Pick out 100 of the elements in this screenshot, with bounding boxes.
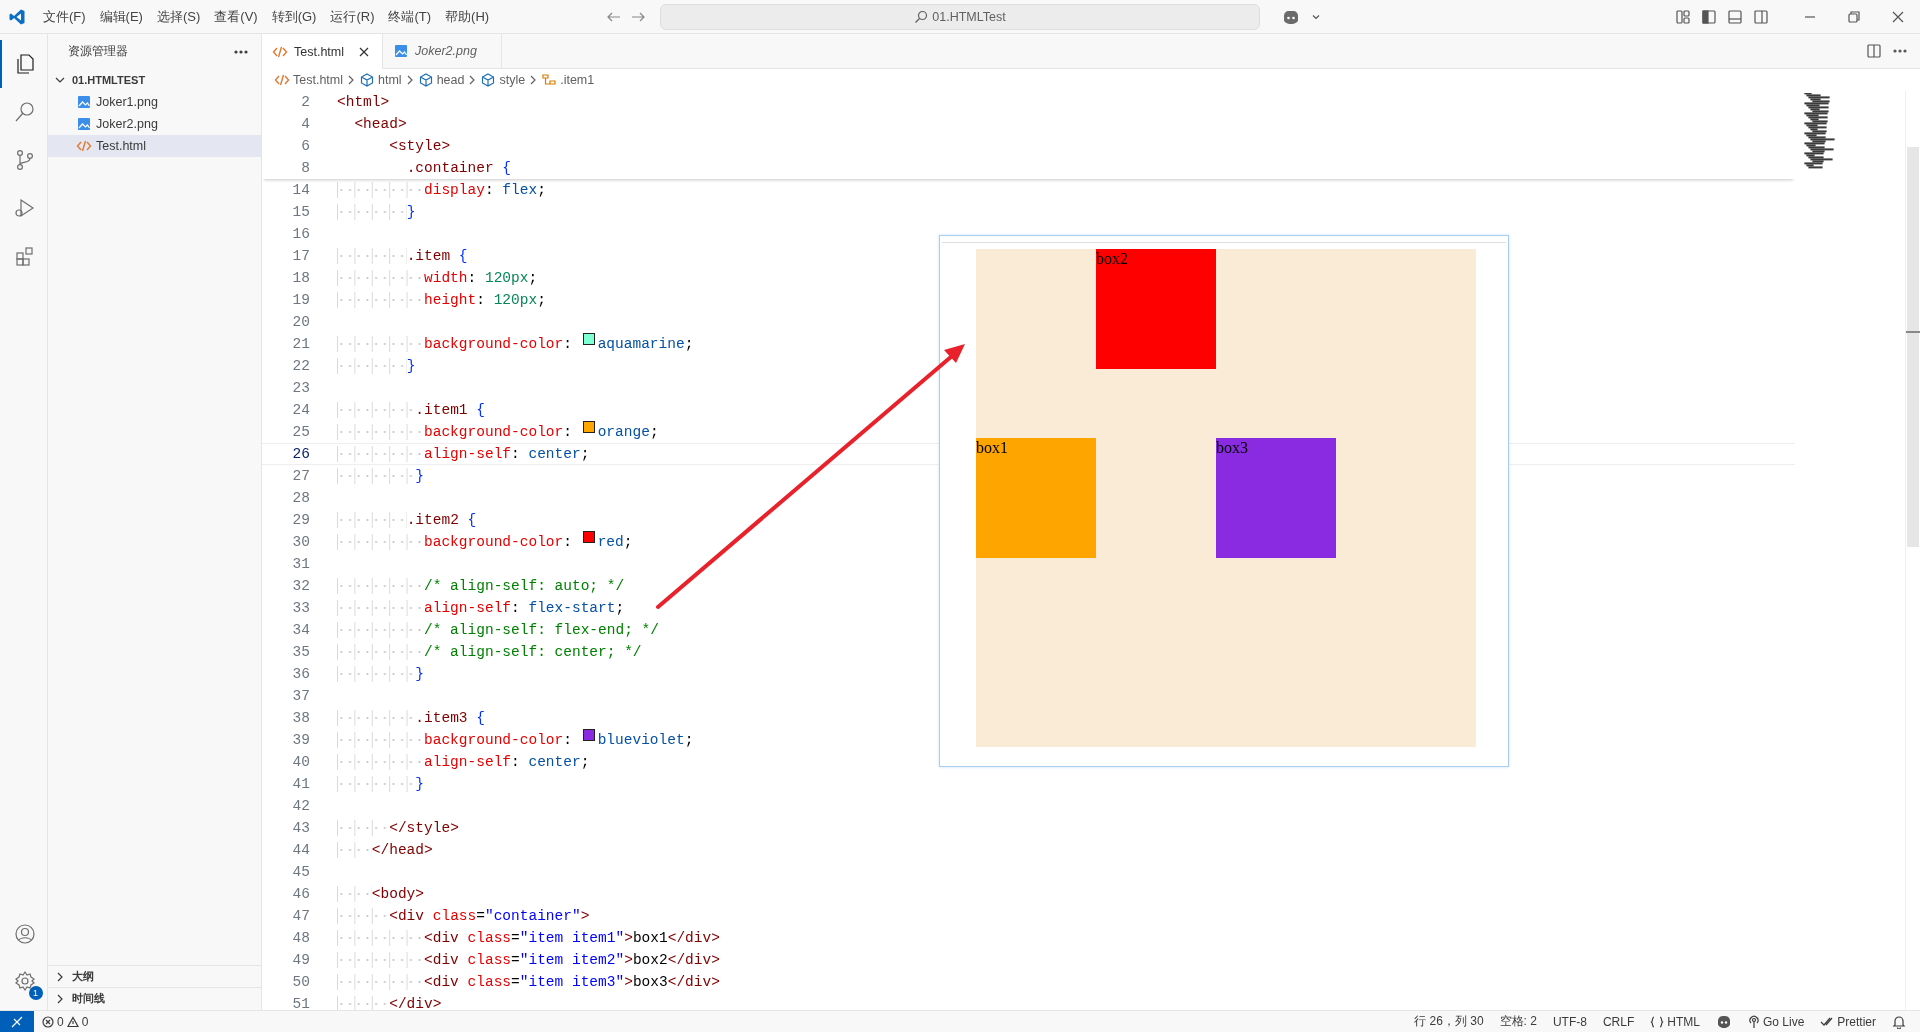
line-number: 42 — [291, 797, 311, 816]
app-logo-icon — [8, 7, 26, 26]
line-ending-button[interactable]: CRLF — [1594, 1014, 1643, 1029]
code-text: .item3 { — [337, 707, 485, 729]
line-number: 50 — [291, 973, 311, 992]
code-text: orange; — [597, 423, 659, 442]
error-icon — [42, 1015, 54, 1028]
color-swatch[interactable] — [582, 531, 595, 543]
color-swatch[interactable] — [582, 421, 595, 433]
encoding-button[interactable]: UTF-8 — [1544, 1014, 1595, 1029]
line-number: 32 — [291, 577, 311, 596]
code-text: <head> — [353, 115, 407, 134]
line-number: 19 — [291, 291, 311, 310]
go-live-button[interactable]: Go Live — [1739, 1014, 1813, 1029]
remote-button[interactable] — [0, 1011, 34, 1032]
code-text: .container { — [405, 159, 512, 178]
color-swatch[interactable] — [582, 729, 595, 741]
code-text: background-color: — [337, 421, 581, 443]
scrollbar-track[interactable] — [1905, 91, 1920, 1010]
menu-item[interactable]: 选择(S) — [149, 7, 208, 26]
menu-item[interactable]: 编辑(E) — [92, 7, 150, 26]
color-swatch[interactable] — [582, 333, 595, 345]
editor-tab[interactable]: Test.html — [262, 34, 383, 69]
layout-icon[interactable] — [1675, 8, 1691, 25]
line-number: 25 — [291, 423, 311, 442]
line-number: 34 — [291, 621, 311, 640]
line-number: 40 — [291, 753, 311, 772]
file-item[interactable]: Joker2.png — [48, 113, 261, 135]
code-text: background-color: — [337, 333, 581, 355]
restore-icon[interactable] — [1847, 9, 1861, 24]
line-number: 15 — [291, 203, 311, 222]
account-icon[interactable] — [12, 922, 37, 946]
line-number: 18 — [291, 269, 311, 288]
line-number: 48 — [291, 929, 311, 948]
line-number: 51 — [291, 995, 311, 1010]
editor-tab[interactable]: Joker2.png — [383, 34, 502, 68]
breadcrumb-item[interactable]: Test.html — [274, 72, 343, 88]
code-text: .item1 { — [337, 399, 485, 421]
image-file-icon — [393, 43, 409, 59]
code-text: width: 120px; — [337, 267, 538, 289]
problems-button[interactable]: 0 0 — [34, 1014, 97, 1029]
command-center[interactable]: 01.HTMLTest — [660, 3, 1260, 30]
breadcrumb-item[interactable]: head — [417, 72, 465, 88]
menu-item[interactable]: 帮助(H) — [438, 7, 497, 26]
code-text: <div class="item item2">box2</div> — [337, 949, 720, 971]
menu-item[interactable]: 查看(V) — [207, 7, 265, 26]
line-number: 47 — [291, 907, 311, 926]
code-text: } — [337, 201, 416, 223]
menu-item[interactable]: 运行(R) — [323, 7, 382, 26]
file-item[interactable]: Joker1.png — [48, 91, 261, 113]
close-icon[interactable] — [1891, 9, 1905, 24]
breadcrumb-item[interactable]: .item1 — [541, 72, 595, 88]
line-number: 35 — [291, 643, 311, 662]
indentation-button[interactable]: 空格: 2 — [1491, 1013, 1545, 1030]
menu-item[interactable]: 文件(F) — [36, 7, 93, 26]
split-editor-icon[interactable] — [1866, 43, 1882, 59]
code-text: } — [337, 465, 425, 487]
line-number: 44 — [291, 841, 311, 860]
line-number: 45 — [291, 863, 311, 882]
broadcast-icon — [1747, 1014, 1760, 1029]
code-text: background-color: — [337, 729, 581, 751]
code-text: } — [337, 663, 425, 685]
line-number: 8 — [300, 159, 311, 178]
menu-item[interactable]: 终端(T) — [381, 7, 439, 26]
scrollbar-thumb[interactable] — [1907, 147, 1919, 547]
search-icon — [914, 9, 929, 24]
warning-icon — [66, 1015, 79, 1028]
line-number: 20 — [291, 313, 311, 332]
code-text: background-color: — [337, 531, 581, 553]
file-item[interactable]: Test.html — [48, 135, 261, 157]
explorer-title: 资源管理器 — [68, 44, 128, 59]
cursor-marker — [1906, 331, 1920, 333]
secondary-sidebar-icon[interactable] — [1753, 8, 1769, 25]
double-check-icon — [1820, 1015, 1835, 1028]
bell-icon — [1892, 1014, 1906, 1029]
section-header[interactable]: 大纲 — [48, 965, 261, 987]
code-text: height: 120px; — [337, 289, 546, 311]
cursor-position[interactable]: 行 26，列 30 — [1406, 1013, 1492, 1030]
menu-item[interactable]: 转到(G) — [264, 7, 324, 26]
line-number: 14 — [291, 181, 311, 200]
code-text: .item { — [337, 245, 468, 267]
code-text: <div class="container"> — [337, 905, 590, 927]
prettier-button[interactable]: Prettier — [1812, 1014, 1884, 1029]
sidebar-toggle-icon[interactable] — [1701, 8, 1717, 25]
code-icon — [274, 72, 290, 88]
language-button[interactable]: HTML — [1642, 1014, 1708, 1029]
breadcrumb-item[interactable]: html — [359, 72, 402, 88]
cube-icon — [480, 72, 497, 88]
panel-toggle-icon[interactable] — [1727, 8, 1743, 25]
line-number: 49 — [291, 951, 311, 970]
folder-header[interactable]: 01.HTMLTEST — [48, 69, 261, 91]
section-header[interactable]: 时间线 — [48, 987, 261, 1009]
line-number: 24 — [291, 401, 311, 420]
code-text: .item2 { — [337, 509, 477, 531]
code-text: blueviolet; — [597, 731, 694, 750]
line-number: 43 — [291, 819, 311, 838]
line-number: 36 — [291, 665, 311, 684]
line-number: 38 — [291, 709, 311, 728]
line-number: 39 — [291, 731, 311, 750]
breadcrumb-item[interactable]: style — [480, 72, 526, 88]
